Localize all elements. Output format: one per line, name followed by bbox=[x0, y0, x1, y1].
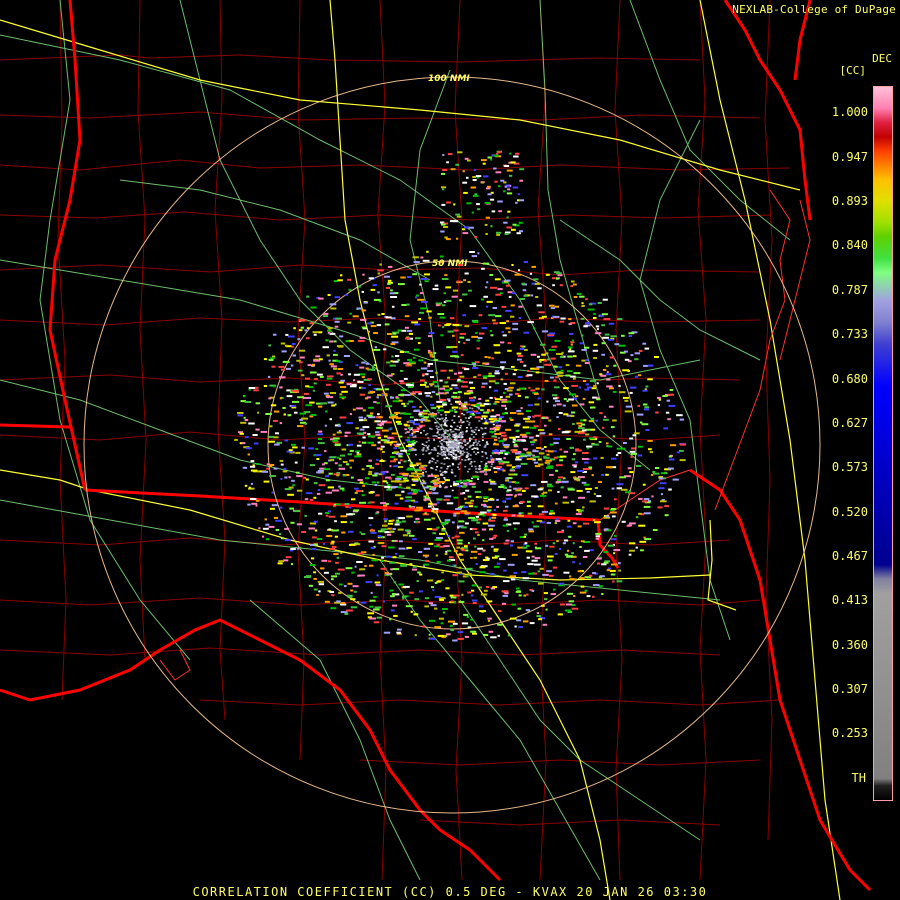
scale-label: 0.840 bbox=[831, 238, 868, 252]
scale-label: 0.893 bbox=[831, 194, 868, 208]
product-caption: CORRELATION COEFFICIENT (CC) 0.5 DEG - K… bbox=[192, 885, 708, 899]
scale-label: 0.520 bbox=[831, 505, 868, 519]
scale-label: 0.787 bbox=[831, 283, 868, 297]
scale-label: 0.573 bbox=[831, 460, 868, 474]
scale-label: 0.947 bbox=[831, 150, 868, 164]
scale-label: 0.733 bbox=[831, 327, 868, 341]
radar-map: 100 NMI 50 NMI bbox=[0, 0, 900, 900]
scale-label: 1.000 bbox=[831, 105, 868, 119]
legend-title-top: DEC bbox=[872, 52, 892, 65]
range-ring-label-50: 50 NMI bbox=[432, 259, 468, 269]
scale-label: 0.627 bbox=[831, 416, 868, 430]
color-scale-bar bbox=[873, 86, 893, 801]
scale-label: 0.360 bbox=[831, 638, 868, 652]
scale-label: 0.467 bbox=[831, 549, 868, 563]
scale-label: 0.413 bbox=[831, 593, 868, 607]
scale-label: TH bbox=[851, 771, 866, 785]
scale-label: 0.253 bbox=[831, 726, 868, 740]
scale-label: 0.680 bbox=[831, 372, 868, 386]
credit-label: NEXLAB-College of DuPage bbox=[732, 3, 896, 16]
legend-title-bottom: [CC] bbox=[839, 64, 867, 77]
range-ring-label-100: 100 NMI bbox=[428, 74, 470, 84]
scale-label: 0.307 bbox=[831, 682, 868, 696]
